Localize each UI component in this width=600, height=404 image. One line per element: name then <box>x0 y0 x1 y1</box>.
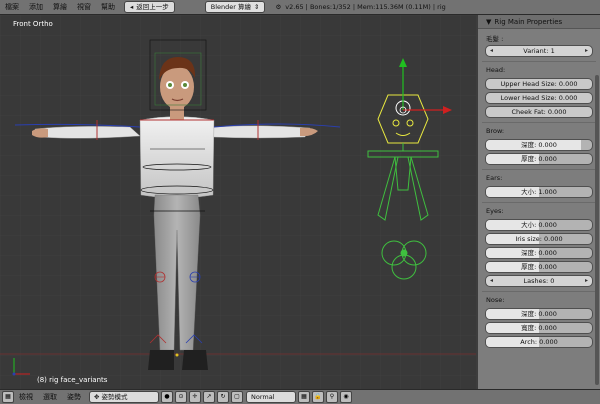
viewport-status: (8) rig face_variants <box>37 376 108 384</box>
brow-section-label: Brow: <box>486 127 505 135</box>
eyes-size-label: 大小: 0.000 <box>521 221 557 229</box>
upper-head-size-field[interactable]: Upper Head Size: 0.000 <box>485 78 593 90</box>
chevron-left-icon[interactable]: ◂ <box>490 46 493 56</box>
scale-icon[interactable]: ▢ <box>231 391 243 403</box>
head-section-label: Head: <box>486 66 506 74</box>
ears-size-label: 大小: 1.000 <box>521 188 557 196</box>
menu-pose[interactable]: 姿勢 <box>62 392 86 402</box>
menu-help[interactable]: 幫助 <box>96 0 120 14</box>
ears-section-label: Ears: <box>486 174 503 182</box>
blender-logo-icon: ⚙ <box>275 3 282 11</box>
eyes-depth-label: 深度: 0.000 <box>521 249 557 257</box>
back-arrow-icon: ◂ <box>130 3 134 11</box>
eyes-size-slider[interactable]: 大小: 0.000 <box>485 219 593 231</box>
eyes-depth-slider[interactable]: 深度: 0.000 <box>485 247 593 259</box>
panel-scrollbar[interactable] <box>595 75 599 385</box>
eyes-thickness-label: 厚度: 0.000 <box>521 263 557 271</box>
menu-window[interactable]: 視窗 <box>72 0 96 14</box>
nose-width-label: 寬度: 0.000 <box>521 324 557 332</box>
brow-thickness-slider[interactable]: 厚度: 0.000 <box>485 153 593 165</box>
arch-label: Arch: 0.000 <box>520 338 558 346</box>
manipulator-icon[interactable]: ✛ <box>189 391 201 403</box>
menu-render[interactable]: 算繪 <box>48 0 72 14</box>
viewport-canvas[interactable] <box>0 15 476 389</box>
brow-depth-label: 深度: 0.000 <box>521 141 557 149</box>
layers-icon[interactable]: ▦ <box>298 391 310 403</box>
ears-size-slider[interactable]: 大小: 1.000 <box>485 186 593 198</box>
variant-selector[interactable]: ◂ Variant: 1 ▸ <box>485 45 593 57</box>
cheek-fat-field[interactable]: Cheek Fat: 0.000 <box>485 106 593 118</box>
chevron-right-icon[interactable]: ▸ <box>585 276 588 286</box>
top-menu-bar: 檔案 添加 算繪 視窗 幫助 ◂ 返回上一步 Blender 算繪 ⇕ ⚙ v2… <box>0 0 600 15</box>
eyes-thickness-slider[interactable]: 厚度: 0.000 <box>485 261 593 273</box>
chevron-down-icon: ⇕ <box>254 3 260 11</box>
chevron-left-icon[interactable]: ◂ <box>490 276 493 286</box>
mode-label: 姿勢模式 <box>101 393 128 401</box>
render-icon[interactable]: ◉ <box>340 391 352 403</box>
scene-info: v2.65 | Bones:1/352 | Mem:115.36M (0.11M… <box>285 3 446 11</box>
menu-file[interactable]: 檔案 <box>0 0 24 14</box>
menu-add[interactable]: 添加 <box>24 0 48 14</box>
nose-depth-label: 深度: 0.000 <box>521 310 557 318</box>
snap-icon[interactable]: ⚲ <box>326 391 338 403</box>
eyes-section-label: Eyes: <box>486 207 504 215</box>
mode-select[interactable]: ✥ 姿勢模式 <box>89 391 159 403</box>
brow-depth-slider[interactable]: 深度: 0.000 <box>485 139 593 151</box>
transform-orientation-label: Normal <box>251 393 275 401</box>
editor-type-icon[interactable]: ▦ <box>2 391 14 403</box>
menu-select[interactable]: 選取 <box>38 392 62 402</box>
lower-head-size-field[interactable]: Lower Head Size: 0.000 <box>485 92 593 104</box>
iris-size-label: Iris size: 0.000 <box>515 235 563 243</box>
lower-head-size-label: Lower Head Size: 0.000 <box>500 94 578 102</box>
3d-viewport[interactable]: Front Ortho (8) rig face_variants <box>0 15 476 389</box>
transform-orientation-select[interactable]: Normal <box>246 391 296 403</box>
lashes-selector[interactable]: ◂ Lashes: 0 ▸ <box>485 275 593 287</box>
hair-section-label: 毛髮 : <box>486 35 504 43</box>
back-button-label: 返回上一步 <box>136 3 169 11</box>
panel-header[interactable]: ▼ Rig Main Properties <box>478 15 600 29</box>
view-label: Front Ortho <box>13 20 53 28</box>
nose-depth-slider[interactable]: 深度: 0.000 <box>485 308 593 320</box>
nose-width-slider[interactable]: 寬度: 0.000 <box>485 322 593 334</box>
collapse-triangle-icon[interactable]: ▼ <box>486 18 491 26</box>
back-button[interactable]: ◂ 返回上一步 <box>124 1 175 13</box>
iris-size-slider[interactable]: Iris size: 0.000 <box>485 233 593 245</box>
render-engine-select[interactable]: Blender 算繪 ⇕ <box>204 1 266 13</box>
viewport-shading-icon[interactable]: ● <box>161 391 173 403</box>
arch-slider[interactable]: Arch: 0.000 <box>485 336 593 348</box>
properties-panel: ▼ Rig Main Properties 毛髮 : ◂ Variant: 1 … <box>478 15 600 389</box>
upper-head-size-label: Upper Head Size: 0.000 <box>500 80 578 88</box>
render-engine-label: Blender 算繪 <box>210 3 252 11</box>
pose-mode-icon: ✥ <box>94 393 100 401</box>
rotate-icon[interactable]: ↻ <box>217 391 229 403</box>
chevron-right-icon[interactable]: ▸ <box>585 46 588 56</box>
menu-view[interactable]: 檢視 <box>14 392 38 402</box>
variant-value: Variant: 1 <box>523 47 555 55</box>
viewport-header-bar: ▦ 檢視 選取 姿勢 ✥ 姿勢模式 ● ⊙ ✛ ↗ ↻ ▢ Normal ▦ 🔒… <box>0 389 600 404</box>
lock-icon[interactable]: 🔒 <box>312 391 324 403</box>
translate-icon[interactable]: ↗ <box>203 391 215 403</box>
brow-thickness-label: 厚度: 0.000 <box>521 155 557 163</box>
pivot-point-icon[interactable]: ⊙ <box>175 391 187 403</box>
nose-section-label: Nose: <box>486 296 505 304</box>
lashes-value: Lashes: 0 <box>523 277 555 285</box>
cheek-fat-label: Cheek Fat: 0.000 <box>511 108 567 116</box>
panel-title: Rig Main Properties <box>494 17 563 26</box>
